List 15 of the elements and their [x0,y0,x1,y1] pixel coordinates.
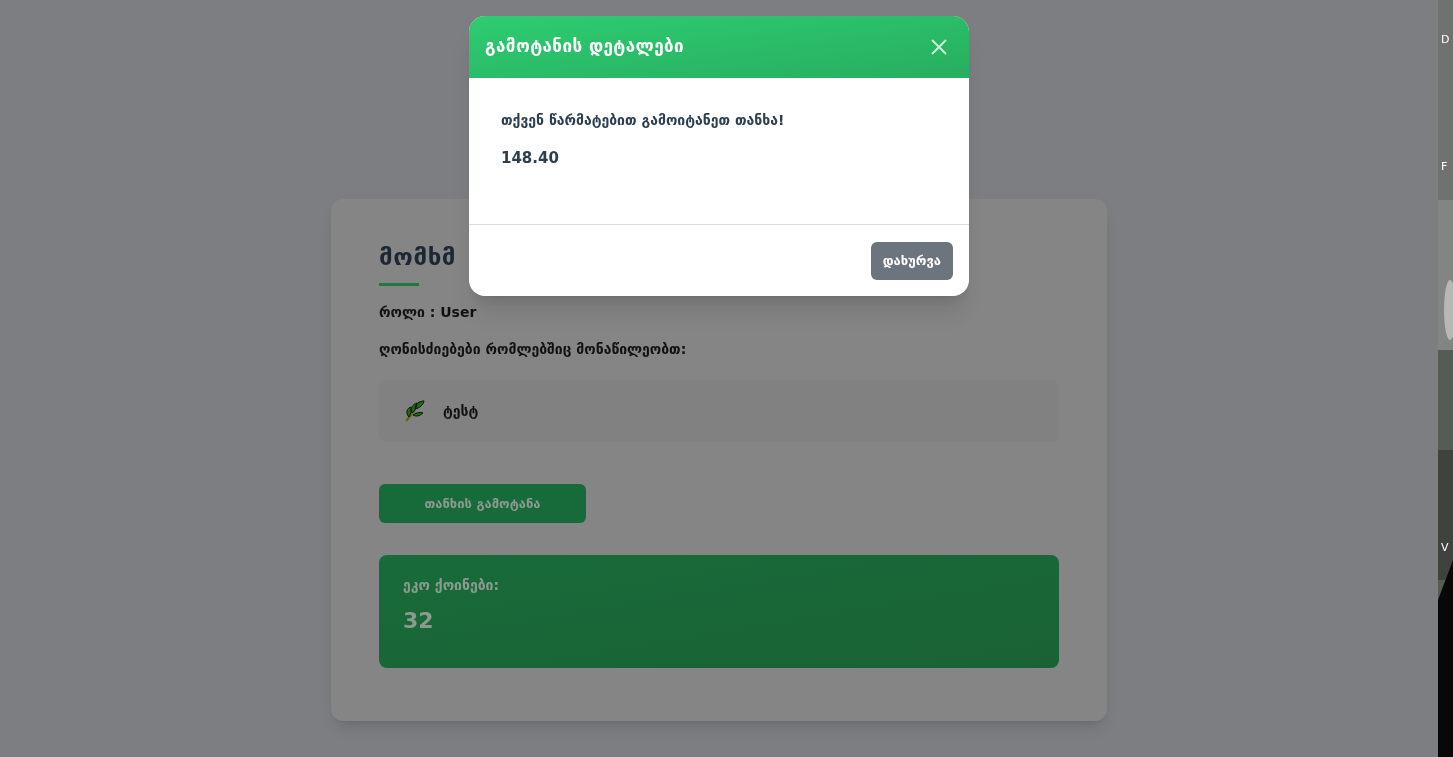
close-button[interactable]: დახურვა [870,241,953,280]
events-label: ღონისძიებები რომლებშიც მონაწილეობთ: [379,340,687,359]
role-text: როლი : User [379,303,477,322]
success-message: თქვენ წარმატებით გამოიტანეთ თანხა! [501,111,785,130]
withdrawn-amount: 148.40 [501,148,559,169]
desktop-icon-label: F [1441,161,1448,172]
desktop-icon-label: V [1441,542,1449,553]
desktop-icon-label: D [1441,34,1450,45]
modal-title: გამოტანის დეტალები [485,35,685,59]
eco-coins-label: ეკო ქოინები: [403,576,500,595]
profile-heading: მომხმ [379,242,457,273]
event-item[interactable]: ტესტ [379,380,1059,442]
eco-coins-value: 32 [403,607,434,635]
close-icon[interactable] [929,37,949,57]
leaf-icon [403,399,427,423]
